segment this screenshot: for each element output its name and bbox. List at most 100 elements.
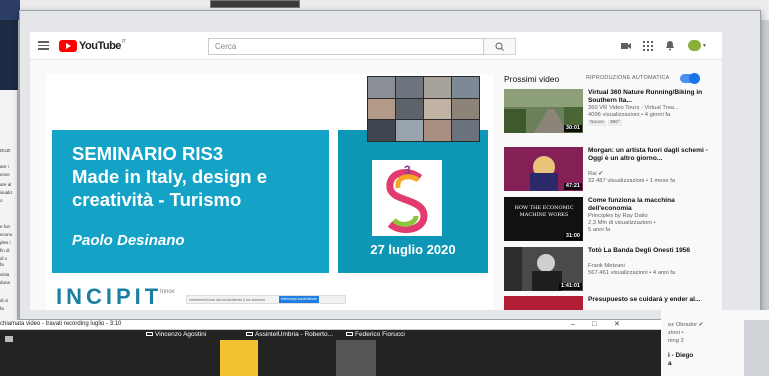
ris3-logo: 3 bbox=[372, 160, 442, 236]
incipit-logo: INCIPIT bbox=[56, 284, 163, 309]
slide-title-line: SEMINARIO RIS3 bbox=[72, 143, 224, 164]
video-channel[interactable]: Principles by Ray Dalio bbox=[588, 213, 718, 220]
background-text: o bbox=[0, 198, 3, 203]
background-text: are al bbox=[0, 182, 12, 187]
user-icon bbox=[5, 336, 13, 342]
search-input[interactable]: Cerca bbox=[208, 38, 484, 55]
avatar[interactable] bbox=[688, 40, 701, 51]
slide-date-panel: 3 27 luglio 2020 bbox=[338, 130, 488, 273]
autoplay-label: RIPRODUZIONE AUTOMATICA bbox=[586, 75, 670, 81]
video-meta: ning 2 bbox=[668, 338, 684, 344]
screen-share-bar: investirenell.com sta condividendo il tu… bbox=[186, 295, 346, 304]
minimize-button[interactable]: – bbox=[571, 320, 575, 329]
video-meta: 2,3 Mln di visualizzazioni • bbox=[588, 220, 656, 226]
video-thumbnail[interactable] bbox=[504, 296, 583, 310]
video-camera-icon[interactable] bbox=[620, 40, 632, 51]
youtube-logo-text: YouTube bbox=[79, 40, 121, 52]
video-title[interactable]: Virtual 360 Nature Running/Biking in Sou… bbox=[588, 89, 718, 104]
stop-share-button[interactable]: Interrompi condivisione bbox=[279, 296, 319, 303]
participant-tile bbox=[368, 77, 395, 98]
recommended-video[interactable]: 47:21 Morgan: un artista fuori dagli sch… bbox=[504, 147, 722, 195]
participant-tile bbox=[396, 77, 423, 98]
video-channel[interactable]: Frank Metzani bbox=[588, 263, 718, 270]
recommended-video[interactable]: 30:01 Virtual 360 Nature Running/Biking … bbox=[504, 89, 722, 137]
video-thumbnail[interactable]: 30:01 bbox=[504, 89, 583, 133]
close-button[interactable]: ✕ bbox=[614, 320, 620, 329]
video-title[interactable]: Presupuesto se cuidará y ender al... bbox=[588, 296, 718, 304]
background-text: fin di bbox=[0, 248, 10, 253]
background-text: enze bbox=[0, 172, 10, 177]
bell-icon[interactable] bbox=[664, 40, 676, 51]
participant-name: Vincenzo Agostini bbox=[146, 331, 206, 339]
maximize-button[interactable]: □ bbox=[592, 320, 596, 329]
svg-text:3: 3 bbox=[404, 163, 411, 177]
chevron-down-icon: ▼ bbox=[702, 43, 707, 49]
slide-date: 27 luglio 2020 bbox=[370, 242, 456, 257]
participant-name-text: Vincenzo Agostini bbox=[155, 331, 207, 338]
recommended-video[interactable]: Presupuesto se cuidará y ender al... bbox=[504, 296, 722, 310]
video-title[interactable]: a bbox=[668, 360, 672, 367]
desktop: DUZI are i enze are al isualiz o e fun econo ple… bbox=[0, 0, 769, 376]
video-channel[interactable]: 360 VR Video Tours - Virtual Trea... bbox=[588, 105, 718, 112]
360-badge: 360° bbox=[608, 120, 622, 126]
video-duration: 1:41:01 bbox=[559, 283, 582, 290]
participant-tile bbox=[368, 98, 395, 120]
zoom-meeting-window: chiamata video - travati recording lugli… bbox=[0, 320, 661, 376]
participant-tile bbox=[452, 77, 479, 98]
up-next-heading: Prossimi video bbox=[504, 74, 560, 84]
screen-share-text: investirenell.com sta condividendo il tu… bbox=[189, 298, 266, 302]
participant-video bbox=[336, 340, 376, 376]
recommended-video[interactable]: HOW THE ECONOMIC MACHINE WORKS 31:00 Com… bbox=[504, 197, 722, 245]
video-meta: zioni • bbox=[668, 330, 684, 336]
video-player[interactable]: SEMINARIO RIS3 Made in Italy, design e c… bbox=[46, 74, 493, 310]
autoplay-toggle[interactable] bbox=[680, 73, 700, 84]
video-thumbnail[interactable]: 47:21 bbox=[504, 147, 583, 191]
apps-grid-icon[interactable] bbox=[642, 40, 654, 51]
youtube-play-icon bbox=[59, 40, 77, 52]
background-text: fa bbox=[0, 262, 4, 267]
participant-tile bbox=[368, 120, 395, 141]
search-button[interactable] bbox=[484, 38, 516, 55]
participant-tile bbox=[452, 120, 479, 141]
video-thumbnail[interactable]: 1:41:01 bbox=[504, 247, 583, 291]
recommended-video[interactable]: 1:41:01 Totò La Banda Degli Onesti 1956 … bbox=[504, 247, 722, 295]
camera-icon bbox=[346, 332, 353, 337]
video-meta: 32.487 visualizzazioni • 1 mese fa bbox=[588, 178, 676, 184]
youtube-header: YouTube IT Cerca ▼ bbox=[30, 32, 722, 60]
participant-video bbox=[220, 340, 258, 376]
video-duration: 30:01 bbox=[563, 125, 582, 132]
video-thumbnail[interactable]: HOW THE ECONOMIC MACHINE WORKS 31:00 bbox=[504, 197, 583, 241]
participant-name-text: AssintelUmbria - Roberto... bbox=[255, 331, 334, 338]
menu-icon[interactable] bbox=[38, 41, 49, 50]
background-text: econo bbox=[0, 232, 13, 237]
new-badge: Nuovo bbox=[588, 120, 606, 126]
youtube-logo-region: IT bbox=[121, 39, 127, 45]
youtube-logo[interactable]: YouTube IT bbox=[59, 39, 126, 53]
background-window bbox=[744, 320, 769, 376]
youtube-page: YouTube IT Cerca ▼ SEMINARIO RIS3 Made i… bbox=[30, 32, 722, 310]
video-title[interactable]: i - Diego bbox=[668, 352, 693, 359]
zoom-window-title: chiamata video - travati recording lugli… bbox=[0, 321, 122, 327]
participant-tile bbox=[424, 120, 451, 141]
zoom-titlebar: chiamata video - travati recording lugli… bbox=[0, 320, 661, 330]
participant-tile bbox=[396, 120, 423, 141]
video-meta: 5 anni fa bbox=[588, 227, 611, 233]
video-channel[interactable]: Rai ✔ bbox=[588, 171, 718, 178]
video-title[interactable]: Morgan: un artista fuori dagli schemi - … bbox=[588, 147, 718, 162]
background-text: e fun bbox=[0, 224, 11, 229]
video-title[interactable]: Come funziona la macchina dell'economia bbox=[588, 197, 718, 212]
background-thumbnail bbox=[210, 0, 300, 8]
participant-name: AssintelUmbria - Roberto... bbox=[246, 331, 333, 339]
video-meta: 4096 visualizzazioni • 4 giorni fa bbox=[588, 112, 671, 118]
up-next-sidebar: Prossimi video RIPRODUZIONE AUTOMATICA 3… bbox=[504, 73, 722, 310]
background-text: vista bbox=[0, 272, 10, 277]
background-text: are i bbox=[0, 164, 9, 169]
video-title[interactable]: Totò La Banda Degli Onesti 1956 bbox=[588, 247, 718, 255]
video-duration: 31:00 bbox=[563, 233, 582, 240]
background-text: DUZI bbox=[0, 148, 11, 153]
slide-title: SEMINARIO RIS3 Made in Italy, design e c… bbox=[72, 142, 267, 211]
slide-title-line: creatività - Turismo bbox=[72, 189, 242, 210]
participant-gallery bbox=[367, 76, 480, 142]
background-text: di vi bbox=[0, 298, 9, 303]
participant-name: Federico Fiorucci bbox=[346, 331, 405, 339]
